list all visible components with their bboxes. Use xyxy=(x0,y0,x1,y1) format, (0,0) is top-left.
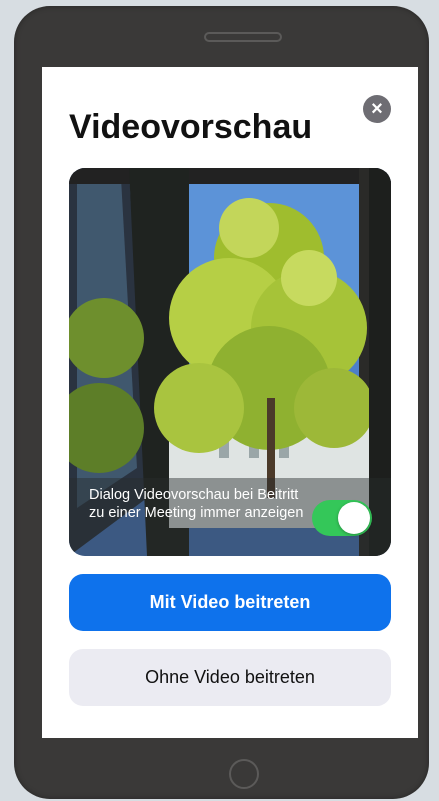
join-with-video-button[interactable]: Mit Video beitreten xyxy=(69,574,391,631)
video-preview: Dialog Videovorschau bei Beitritt zu ein… xyxy=(69,168,391,556)
join-without-video-button[interactable]: Ohne Video beitreten xyxy=(69,649,391,706)
always-show-preview-label: Dialog Videovorschau bei Beitritt zu ein… xyxy=(89,487,304,521)
close-icon[interactable]: × xyxy=(363,95,391,123)
toggle-knob xyxy=(338,502,370,534)
dialog-title: Videovorschau xyxy=(69,108,313,146)
speaker-slot xyxy=(204,32,282,42)
home-button[interactable] xyxy=(229,759,259,789)
always-show-preview-toggle[interactable] xyxy=(312,500,372,536)
